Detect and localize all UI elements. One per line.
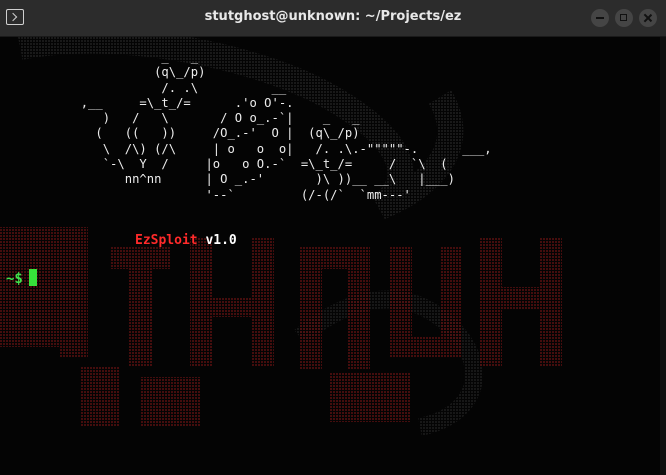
title-bar[interactable]: stutghost@unknown: ~/Projects/ez bbox=[0, 0, 666, 37]
prompt-symbol: ~$ bbox=[6, 271, 23, 287]
minimize-button[interactable] bbox=[591, 9, 609, 27]
banner-version: v1.0 bbox=[205, 233, 237, 248]
banner-name: EzSploit bbox=[135, 233, 198, 248]
scrollbar[interactable] bbox=[660, 37, 666, 475]
terminal-window: stutghost@unknown: ~/Projects/ez _ _ (q\… bbox=[0, 0, 666, 475]
close-button[interactable] bbox=[639, 9, 657, 27]
maximize-button[interactable] bbox=[615, 9, 633, 27]
text-cursor bbox=[28, 269, 37, 286]
window-title: stutghost@unknown: ~/Projects/ez bbox=[204, 9, 462, 24]
terminal-output[interactable]: _ _ (q\_/p) /. .\ __ ,__ =\_t_/= .'o O'-… bbox=[0, 37, 666, 475]
command-prompt[interactable]: ~$ bbox=[6, 269, 37, 287]
app-banner: EzSploit v1.0 bbox=[135, 233, 237, 248]
ascii-art-logo: _ _ (q\_/p) /. .\ __ ,__ =\_t_/= .'o O'-… bbox=[80, 50, 492, 202]
